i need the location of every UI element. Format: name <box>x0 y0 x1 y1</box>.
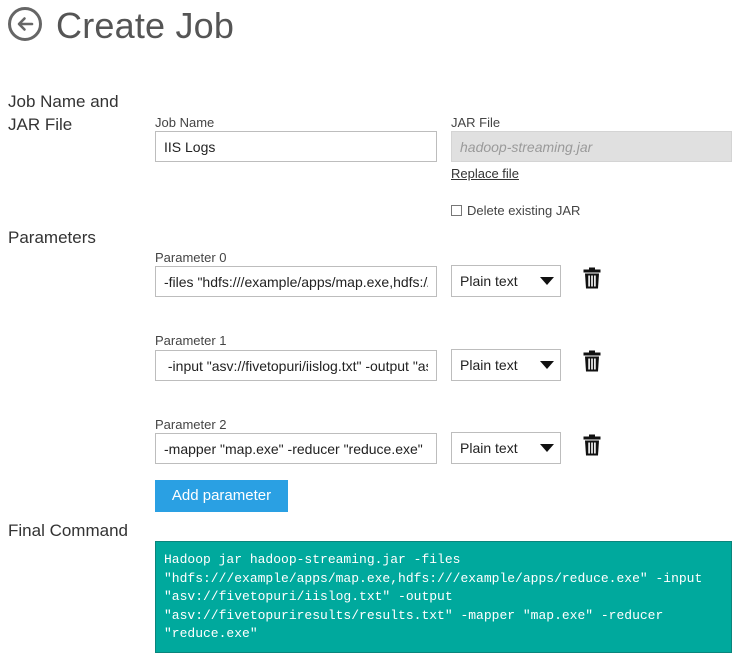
parameter-input[interactable] <box>155 433 437 464</box>
section-heading-job-name-jar: Job Name and JAR File <box>8 90 119 136</box>
dropdown-caret-icon <box>540 444 554 452</box>
parameter-type-value: Plain text <box>460 273 518 289</box>
dropdown-caret-icon <box>540 361 554 369</box>
parameter-label: Parameter 2 <box>155 417 227 432</box>
final-command-line: "asv://fivetopuriresults/results.txt" -m… <box>164 607 664 623</box>
section-heading-line: JAR File <box>8 115 73 134</box>
final-command-line: "hdfs:///example/apps/map.exe,hdfs:///ex… <box>164 570 703 586</box>
trash-icon <box>583 434 601 456</box>
add-parameter-button[interactable]: Add parameter <box>155 480 288 512</box>
dropdown-caret-icon <box>540 277 554 285</box>
parameter-input[interactable] <box>155 266 437 297</box>
trash-icon <box>583 350 601 372</box>
delete-parameter-button[interactable] <box>583 267 601 294</box>
back-arrow-icon <box>17 17 34 31</box>
section-heading-parameters: Parameters <box>8 228 96 247</box>
delete-existing-jar-label: Delete existing JAR <box>467 203 581 218</box>
parameter-type-select[interactable]: Plain text <box>451 265 561 297</box>
final-command-line: "reduce.exe" <box>164 626 258 641</box>
delete-existing-jar-row[interactable]: Delete existing JAR <box>451 203 580 218</box>
delete-existing-jar-checkbox[interactable] <box>451 205 462 216</box>
create-job-page: Create Job Job Name and JAR File Paramet… <box>0 0 738 658</box>
parameter-type-value: Plain text <box>460 440 518 456</box>
trash-icon <box>583 267 601 289</box>
parameter-label: Parameter 0 <box>155 250 227 265</box>
parameter-type-select[interactable]: Plain text <box>451 432 561 464</box>
page-title: Create Job <box>56 5 235 46</box>
final-command-box: Hadoop jar hadoop-streaming.jar -files "… <box>155 541 732 653</box>
jar-file-label: JAR File <box>451 115 501 130</box>
section-heading-final-command: Final Command <box>8 521 128 540</box>
delete-parameter-button[interactable] <box>583 434 601 461</box>
parameter-label: Parameter 1 <box>155 333 227 348</box>
parameter-type-select[interactable]: Plain text <box>451 349 561 381</box>
job-name-input[interactable] <box>155 131 437 162</box>
replace-file-link[interactable]: Replace file <box>451 166 519 181</box>
parameter-type-value: Plain text <box>460 357 518 373</box>
parameter-input[interactable] <box>155 350 437 381</box>
job-name-label: Job Name <box>155 115 215 130</box>
jar-file-input <box>451 131 732 162</box>
section-heading-line: Job Name and <box>8 92 119 111</box>
back-button[interactable] <box>8 7 42 41</box>
final-command-line: "asv://fivetopuri/iislog.txt" -output <box>164 589 453 604</box>
delete-parameter-button[interactable] <box>583 350 601 377</box>
final-command-line: Hadoop jar hadoop-streaming.jar -files <box>164 552 461 567</box>
